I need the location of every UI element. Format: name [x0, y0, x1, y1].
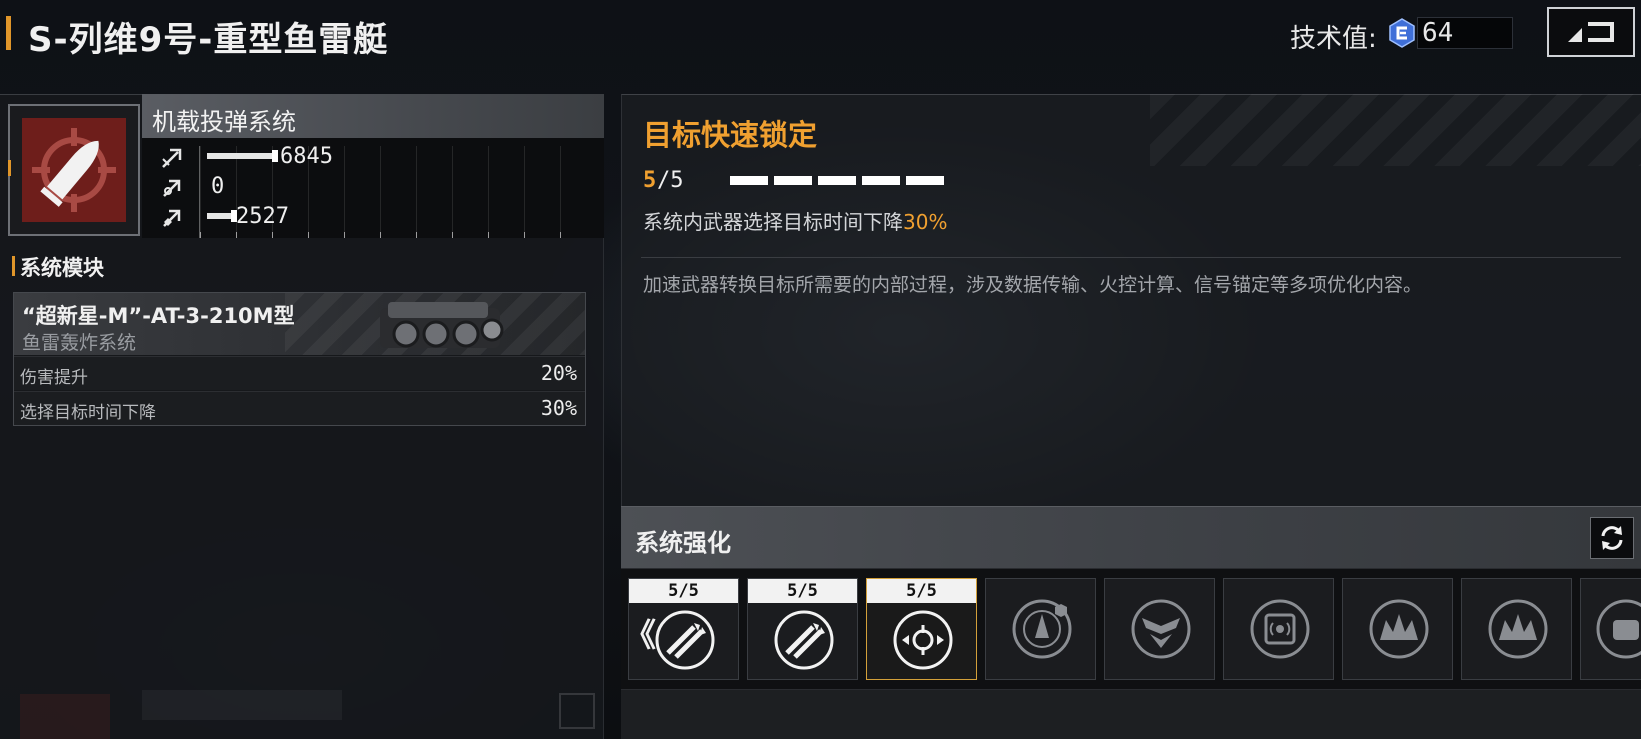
- enhancement-footer: [621, 690, 1641, 739]
- skill-effect-text: 系统内武器选择目标时间下降: [643, 210, 903, 234]
- bomb-shell-icon: [32, 128, 116, 212]
- skill-level-current: 5: [643, 168, 657, 193]
- enhancement-title: 系统强化: [635, 529, 731, 557]
- explosion-crown-icon: [1369, 599, 1429, 659]
- next-system-row-shadow: [20, 690, 595, 739]
- fist-icon: [1596, 599, 1641, 659]
- skill-effect: 系统内武器选择目标时间下降30%: [643, 206, 947, 235]
- title-accent: [6, 16, 11, 50]
- speed-stat-value: 0: [211, 174, 225, 199]
- level-pip: [906, 176, 944, 185]
- torpedo-launcher-image: [380, 302, 504, 348]
- modules-title: 系统模块: [20, 256, 104, 280]
- module-stat-row: 选择目标时间下降 30%: [14, 391, 585, 425]
- system-icon-frame[interactable]: [8, 104, 140, 236]
- tech-value-label: 技术值:: [1290, 24, 1377, 54]
- enhancement-node-locked[interactable]: [1104, 578, 1215, 680]
- enhancement-node-selected[interactable]: 5/5: [866, 578, 977, 680]
- skill-description: 加速武器转换目标所需要的内部过程，涉及数据传输、火控计算、信号锚定等多项优化内容…: [643, 274, 1423, 296]
- level-pip: [862, 176, 900, 185]
- node-level-tag: 5/5: [867, 579, 976, 603]
- module-stat-value: 20%: [540, 361, 577, 385]
- level-pip: [774, 176, 812, 185]
- level-pip: [818, 176, 856, 185]
- module-stat-value: 30%: [540, 396, 577, 420]
- enhancement-header: [621, 506, 1641, 568]
- enhancement-node-locked[interactable]: [1461, 578, 1572, 680]
- attack-stat-bar: [207, 153, 275, 159]
- module-stat-label: 选择目标时间下降: [20, 403, 156, 423]
- attack-stat-icon: [162, 148, 182, 168]
- skill-title: 目标快速锁定: [643, 118, 818, 152]
- level-pip: [730, 176, 768, 185]
- back-button[interactable]: [1547, 7, 1635, 57]
- module-stat-row: 伤害提升 20%: [14, 356, 585, 390]
- scroll-left-button[interactable]: 《: [624, 610, 656, 656]
- detail-stripes: [1150, 94, 1641, 166]
- tech-point-icon: [1389, 18, 1415, 48]
- attack-stat-value: 6845: [280, 144, 333, 169]
- node-level-tag: 5/5: [748, 579, 857, 603]
- missile-pair-icon: [655, 610, 715, 670]
- explosion-crown-icon: [1488, 599, 1548, 659]
- enhancement-node-locked[interactable]: [1342, 578, 1453, 680]
- refresh-button[interactable]: [1590, 517, 1634, 559]
- module-type: 鱼雷轰炸系统: [22, 332, 137, 354]
- node-level-tag: 5/5: [629, 579, 738, 603]
- radar-ship-icon: [1012, 599, 1072, 659]
- refresh-icon: [1601, 526, 1623, 550]
- signal-chip-icon: [1250, 599, 1310, 659]
- modules-marker: [12, 256, 15, 276]
- defense-stat-value: 2527: [236, 204, 289, 229]
- tech-value: 64: [1422, 18, 1454, 48]
- target-lock-icon: [893, 610, 953, 670]
- skill-effect-value: 30%: [903, 210, 948, 234]
- missile-pair-icon: [774, 610, 834, 670]
- enhancement-node-locked[interactable]: [1580, 578, 1641, 680]
- attack-stat-cap: [272, 150, 278, 162]
- skill-level-max: /5: [657, 168, 684, 193]
- defense-stat-icon: [163, 209, 181, 227]
- enhancement-node-locked[interactable]: [1223, 578, 1334, 680]
- module-stat-label: 伤害提升: [20, 368, 88, 388]
- speed-stat-icon: [163, 179, 181, 197]
- shield-wings-icon: [1131, 599, 1191, 659]
- enhancement-node-locked[interactable]: [985, 578, 1096, 680]
- detail-divider: [641, 257, 1621, 258]
- stats-ticks: [200, 232, 596, 238]
- page-title: S-列维9号-重型鱼雷艇: [28, 20, 389, 60]
- defense-stat-bar: [207, 213, 234, 219]
- system-marker: [8, 160, 11, 176]
- module-name: “超新星-M”-AT-3-210M型: [22, 304, 295, 328]
- back-arrow-icon: [1568, 22, 1614, 42]
- enhancement-node[interactable]: 5/5: [747, 578, 858, 680]
- system-name: 机载投弹系统: [152, 108, 296, 136]
- system-icon-bg: [22, 118, 126, 222]
- stats-axis: [199, 146, 200, 238]
